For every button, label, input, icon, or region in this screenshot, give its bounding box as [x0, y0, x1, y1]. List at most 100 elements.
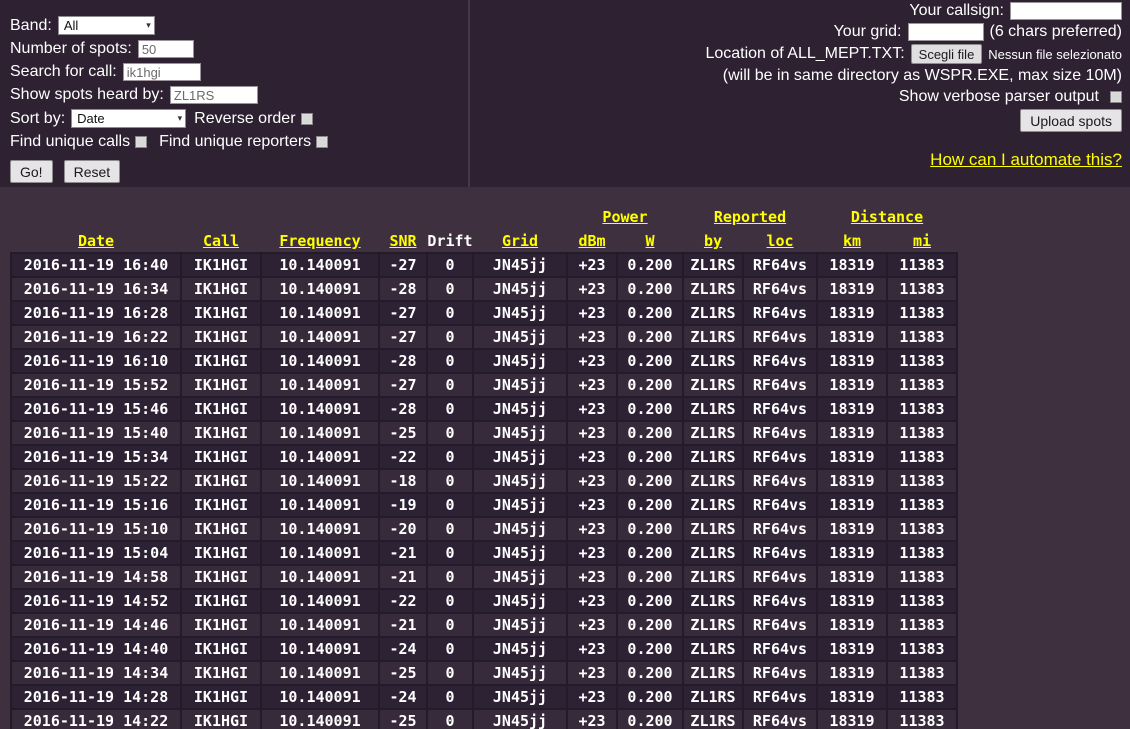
column-header-w[interactable]: W: [617, 229, 683, 253]
cell-loc: RF64vs: [742, 588, 818, 614]
cell-dbm: +23: [566, 300, 618, 326]
column-group-power[interactable]: Power: [567, 205, 683, 229]
cell-loc: RF64vs: [742, 684, 818, 710]
cell-drift: 0: [426, 324, 474, 350]
cell-by: ZL1RS: [682, 564, 744, 590]
cell-dbm: +23: [566, 684, 618, 710]
cell-by: ZL1RS: [682, 324, 744, 350]
column-header-dbm[interactable]: dBm: [567, 229, 617, 253]
cell-grid: JN45jj: [472, 420, 568, 446]
column-header-grid[interactable]: Grid: [473, 229, 567, 253]
cell-loc: RF64vs: [742, 252, 818, 278]
column-header-mi[interactable]: mi: [887, 229, 957, 253]
cell-frequency: 10.140091: [260, 708, 380, 729]
cell-date: 2016-11-19 14:28: [10, 684, 182, 710]
column-header-frequency[interactable]: Frequency: [261, 229, 379, 253]
cell-grid: JN45jj: [472, 588, 568, 614]
cell-date: 2016-11-19 16:34: [10, 276, 182, 302]
column-header-loc[interactable]: loc: [743, 229, 817, 253]
cell-loc: RF64vs: [742, 396, 818, 422]
cell-snr: -19: [378, 492, 428, 518]
cell-drift: 0: [426, 396, 474, 422]
spots-table: Power Reported Distance Date Call Freque…: [10, 205, 958, 729]
cell-loc: RF64vs: [742, 444, 818, 470]
cell-grid: JN45jj: [472, 300, 568, 326]
column-header-drift: Drift: [427, 231, 473, 250]
cell-mi: 11383: [886, 516, 958, 542]
verbose-output-checkbox[interactable]: [1110, 91, 1122, 103]
your-callsign-input[interactable]: [1010, 2, 1122, 20]
cell-w: 0.200: [616, 540, 684, 566]
cell-date: 2016-11-19 15:52: [10, 372, 182, 398]
number-of-spots-input[interactable]: [137, 40, 194, 58]
cell-grid: JN45jj: [472, 708, 568, 729]
reset-button[interactable]: Reset: [63, 160, 121, 183]
sort-by-select[interactable]: Date ▾: [71, 109, 187, 128]
cell-loc: RF64vs: [742, 372, 818, 398]
unique-calls-checkbox[interactable]: [135, 136, 148, 148]
your-grid-label: Your grid:: [833, 23, 902, 40]
cell-drift: 0: [426, 444, 474, 470]
cell-grid: JN45jj: [472, 612, 568, 638]
cell-w: 0.200: [616, 252, 684, 278]
band-select[interactable]: All ▾: [57, 16, 155, 35]
cell-drift: 0: [426, 252, 474, 278]
cell-km: 18319: [816, 540, 888, 566]
column-header-date[interactable]: Date: [11, 229, 181, 253]
column-header-km[interactable]: km: [817, 229, 887, 253]
cell-snr: -25: [378, 420, 428, 446]
cell-snr: -27: [378, 300, 428, 326]
cell-loc: RF64vs: [742, 660, 818, 686]
your-grid-input[interactable]: [907, 23, 984, 41]
cell-call: IK1HGI: [180, 708, 262, 729]
cell-by: ZL1RS: [682, 588, 744, 614]
cell-call: IK1HGI: [180, 564, 262, 590]
cell-mi: 11383: [886, 324, 958, 350]
cell-dbm: +23: [566, 492, 618, 518]
column-header-snr[interactable]: SNR: [379, 229, 427, 253]
cell-km: 18319: [816, 468, 888, 494]
search-for-call-input[interactable]: [122, 63, 201, 81]
choose-file-button[interactable]: Scegli file: [910, 44, 983, 64]
automate-link[interactable]: How can I automate this?: [930, 150, 1122, 170]
table-row: 2016-11-19 14:52 IK1HGI 10.140091 -22 0 JN45j…: [10, 588, 958, 614]
cell-km: 18319: [816, 636, 888, 662]
cell-snr: -25: [378, 660, 428, 686]
cell-call: IK1HGI: [180, 660, 262, 686]
column-header-by[interactable]: by: [683, 229, 743, 253]
cell-km: 18319: [816, 324, 888, 350]
cell-mi: 11383: [886, 588, 958, 614]
cell-w: 0.200: [616, 492, 684, 518]
cell-frequency: 10.140091: [260, 300, 380, 326]
cell-date: 2016-11-19 15:22: [10, 468, 182, 494]
table-row: 2016-11-19 16:28 IK1HGI 10.140091 -27 0 JN45j…: [10, 300, 958, 326]
table-row: 2016-11-19 14:40 IK1HGI 10.140091 -24 0 JN45j…: [10, 636, 958, 662]
cell-call: IK1HGI: [180, 684, 262, 710]
column-group-reported[interactable]: Reported: [683, 205, 817, 229]
table-row: 2016-11-19 15:04 IK1HGI 10.140091 -21 0 JN45j…: [10, 540, 958, 566]
cell-km: 18319: [816, 444, 888, 470]
cell-date: 2016-11-19 16:22: [10, 324, 182, 350]
upload-spots-button[interactable]: Upload spots: [1020, 109, 1122, 132]
cell-km: 18319: [816, 420, 888, 446]
cell-call: IK1HGI: [180, 276, 262, 302]
cell-grid: JN45jj: [472, 684, 568, 710]
cell-date: 2016-11-19 15:10: [10, 516, 182, 542]
go-button[interactable]: Go!: [10, 160, 53, 183]
cell-dbm: +23: [566, 324, 618, 350]
column-header-call[interactable]: Call: [181, 229, 261, 253]
unique-reporters-checkbox[interactable]: [316, 136, 329, 148]
column-group-distance[interactable]: Distance: [817, 205, 957, 229]
table-row: 2016-11-19 15:10 IK1HGI 10.140091 -20 0 JN45j…: [10, 516, 958, 542]
cell-drift: 0: [426, 636, 474, 662]
heard-by-input[interactable]: [169, 86, 258, 104]
reverse-order-checkbox[interactable]: [300, 112, 313, 125]
cell-date: 2016-11-19 14:22: [10, 708, 182, 729]
cell-by: ZL1RS: [682, 540, 744, 566]
cell-frequency: 10.140091: [260, 588, 380, 614]
cell-mi: 11383: [886, 348, 958, 374]
cell-mi: 11383: [886, 684, 958, 710]
cell-frequency: 10.140091: [260, 492, 380, 518]
cell-dbm: +23: [566, 612, 618, 638]
cell-dbm: +23: [566, 276, 618, 302]
